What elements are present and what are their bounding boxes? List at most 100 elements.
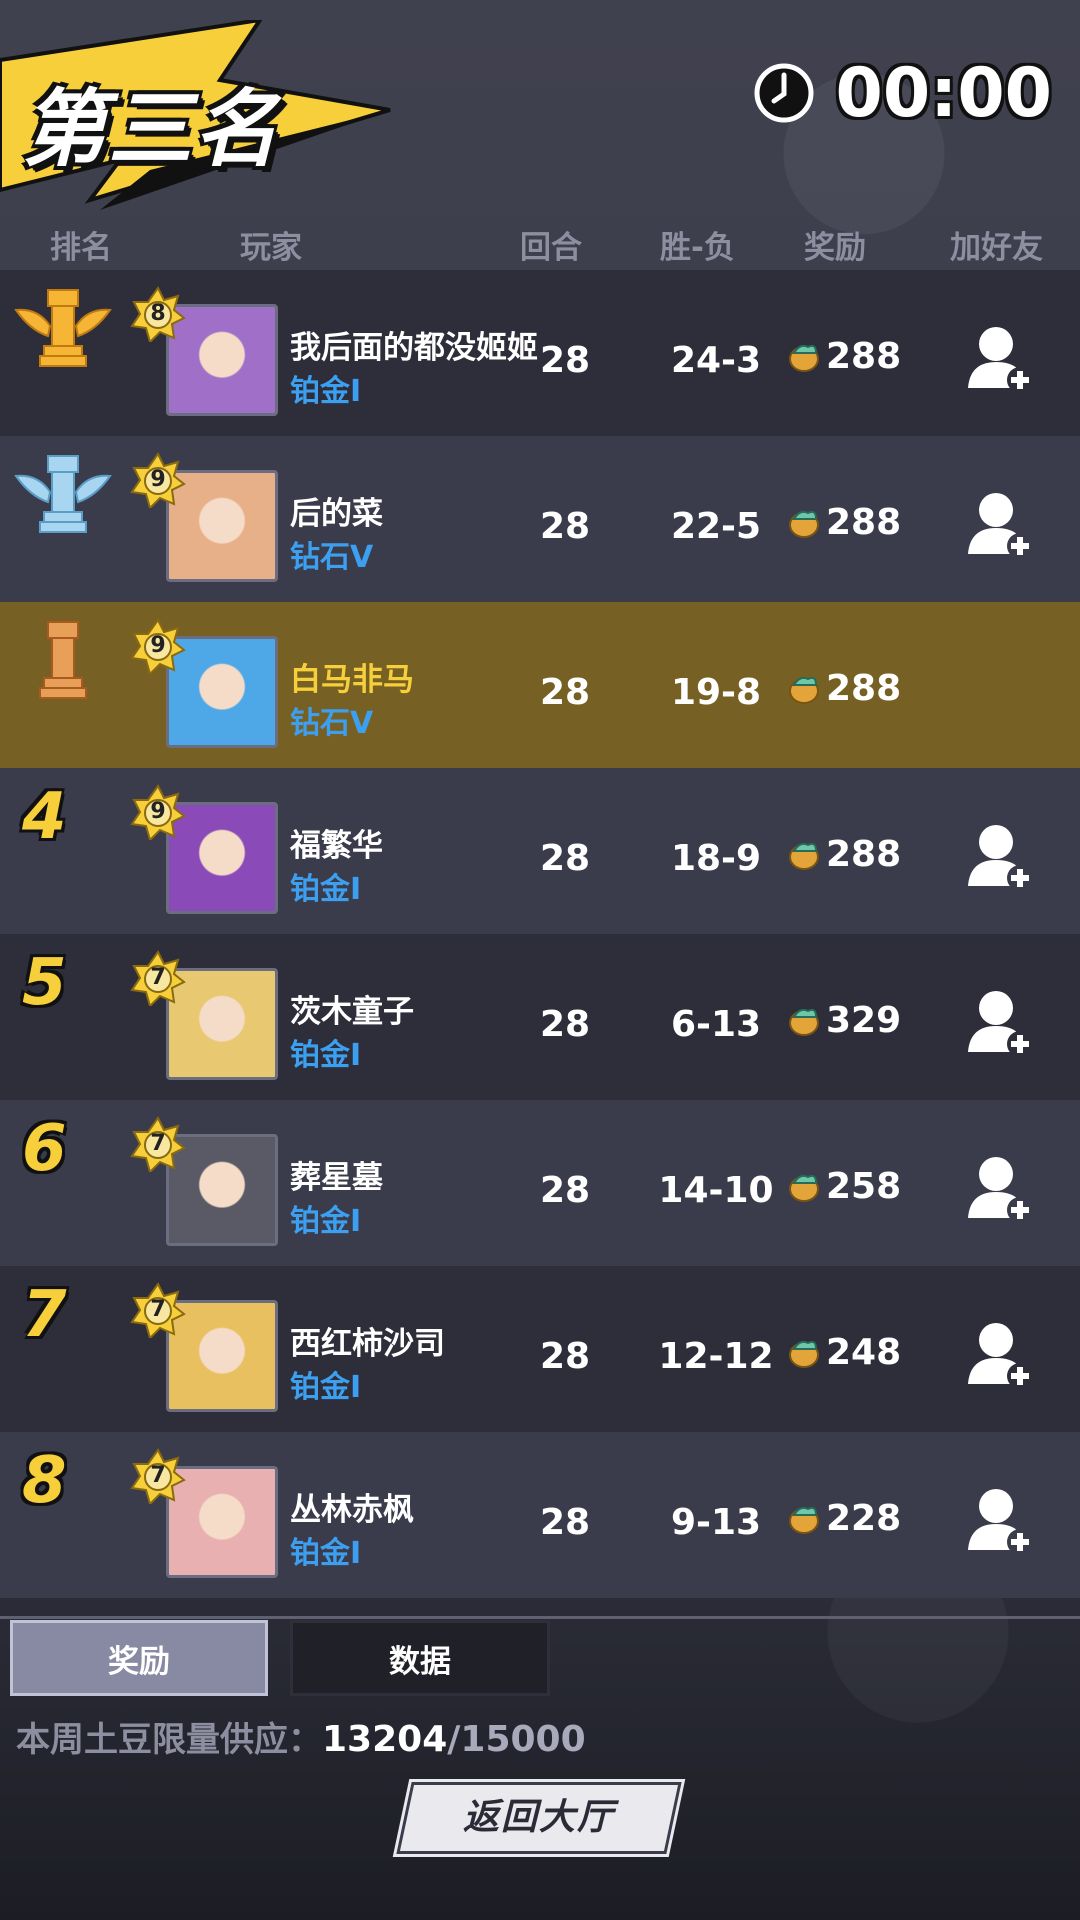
reward-value: 329 (786, 1000, 901, 1041)
col-reward: 奖励 (804, 230, 866, 266)
reward-value: 248 (786, 1332, 901, 1373)
potato-coin-icon (789, 676, 819, 704)
win-loss-value: 22-5 (670, 506, 762, 547)
level-number: 7 (150, 1131, 166, 1156)
win-loss-value: 14-10 (658, 1170, 774, 1211)
level-number: 9 (150, 799, 166, 824)
win-loss-value: 6-13 (670, 1004, 762, 1045)
level-number: 9 (150, 467, 166, 492)
player-name: 丛林赤枫 (290, 1492, 414, 1528)
player-tier: 铂金I (290, 374, 362, 409)
level-number: 7 (150, 1297, 166, 1322)
level-badge: 7 (130, 950, 186, 1008)
level-number: 8 (150, 301, 166, 326)
level-badge: 7 (130, 1116, 186, 1174)
add-friend-icon[interactable] (964, 322, 1038, 396)
level-badge: 8 (130, 286, 186, 344)
potato-coin-icon (789, 1340, 819, 1368)
win-loss-value: 9-13 (670, 1502, 762, 1543)
reward-amount: 248 (826, 1332, 902, 1373)
player-tier: 铂金I (290, 1370, 362, 1405)
col-win-loss: 胜-负 (660, 230, 735, 266)
reward-value: 258 (786, 1166, 901, 1207)
player-row[interactable]: 8 7 丛林赤枫 铂金I 28 9-13 228 (0, 1432, 1080, 1598)
return-lobby-label[interactable]: 返回大厅 (404, 1782, 674, 1854)
level-number: 9 (150, 633, 166, 658)
player-name: 后的菜 (290, 496, 383, 532)
player-row[interactable]: 9 白马非马 钻石V 28 19-8 288 (0, 602, 1080, 768)
player-name: 茨木童子 (290, 994, 414, 1030)
potato-coin-icon (789, 344, 819, 372)
weekly-supply: 本周土豆限量供应：13204/15000 (16, 1712, 586, 1761)
level-badge: 7 (130, 1448, 186, 1506)
timer: 00:00 (752, 54, 1052, 133)
player-tier: 铂金I (290, 872, 362, 907)
add-friend-icon[interactable] (964, 1152, 1038, 1226)
level-badge: 9 (130, 784, 186, 842)
player-name: 白马非马 (290, 662, 414, 698)
player-name: 葬星墓 (290, 1160, 383, 1196)
potato-coin-icon (789, 1506, 819, 1534)
reward-amount: 329 (826, 1000, 902, 1041)
win-loss-value: 12-12 (658, 1336, 774, 1377)
col-rounds: 回合 (520, 230, 582, 266)
rounds-value: 28 (540, 1502, 591, 1543)
tab-rewards[interactable]: 奖励 (10, 1620, 268, 1696)
rounds-value: 28 (540, 838, 591, 879)
rank-number: 5 (22, 946, 67, 1020)
reward-amount: 288 (826, 502, 902, 543)
rounds-value: 28 (540, 672, 591, 713)
reward-amount: 288 (826, 834, 902, 875)
player-row[interactable]: 8 我后面的都没姬姬 铂金I 28 24-3 288 (0, 270, 1080, 436)
bronze-rook-trophy-icon (8, 612, 118, 722)
silver-rook-trophy-icon (8, 446, 118, 556)
reward-value: 288 (786, 336, 901, 377)
player-row[interactable]: 6 7 葬星墓 铂金I 28 14-10 258 (0, 1100, 1080, 1266)
win-loss-value: 24-3 (670, 340, 762, 381)
add-friend-icon[interactable] (964, 1318, 1038, 1392)
rounds-value: 28 (540, 340, 591, 381)
header: 第三名 00:00 (0, 0, 1080, 220)
reward-value: 288 (786, 502, 901, 543)
timer-text: 00:00 (835, 53, 1052, 133)
level-badge: 7 (130, 1282, 186, 1340)
player-tier: 铂金I (290, 1204, 362, 1239)
col-rank: 排名 (50, 230, 112, 266)
supply-current: 13204 (322, 1719, 448, 1760)
potato-coin-icon (789, 510, 819, 538)
rank-number: 4 (22, 780, 67, 854)
add-friend-icon[interactable] (964, 820, 1038, 894)
potato-coin-icon (789, 1174, 819, 1202)
reward-value: 288 (786, 834, 901, 875)
reward-amount: 288 (826, 336, 902, 377)
reward-value: 228 (786, 1498, 901, 1539)
rank-title: 第三名 (22, 80, 281, 178)
add-friend-icon[interactable] (964, 1484, 1038, 1558)
supply-label: 本周土豆限量供应： (16, 1720, 322, 1760)
rounds-value: 28 (540, 1336, 591, 1377)
gold-rook-trophy-icon (8, 280, 118, 390)
level-number: 7 (150, 965, 166, 990)
rank-number: 7 (22, 1278, 67, 1352)
reward-value: 288 (786, 668, 901, 709)
level-badge: 9 (130, 618, 186, 676)
win-loss-value: 18-9 (670, 838, 762, 879)
reward-amount: 228 (826, 1498, 902, 1539)
add-friend-icon[interactable] (964, 488, 1038, 562)
player-name: 福繁华 (290, 828, 383, 864)
player-row[interactable]: 4 9 福繁华 铂金I 28 18-9 288 (0, 768, 1080, 934)
add-friend-icon[interactable] (964, 986, 1038, 1060)
column-headers: 排名 玩家 回合 胜-负 奖励 加好友 (0, 222, 1080, 270)
tab-data[interactable]: 数据 (290, 1620, 550, 1696)
potato-coin-icon (789, 842, 819, 870)
supply-total: /15000 (447, 1719, 586, 1760)
rounds-value: 28 (540, 506, 591, 547)
rounds-value: 28 (540, 1004, 591, 1045)
clock-icon (754, 63, 814, 123)
player-row[interactable]: 5 7 茨木童子 铂金I 28 6-13 329 (0, 934, 1080, 1100)
reward-amount: 288 (826, 668, 902, 709)
divider (0, 1616, 1080, 1619)
player-row[interactable]: 7 7 西红柿沙司 铂金I 28 12-12 248 (0, 1266, 1080, 1432)
player-tier: 铂金I (290, 1038, 362, 1073)
player-row[interactable]: 9 后的菜 钻石V 28 22-5 288 (0, 436, 1080, 602)
